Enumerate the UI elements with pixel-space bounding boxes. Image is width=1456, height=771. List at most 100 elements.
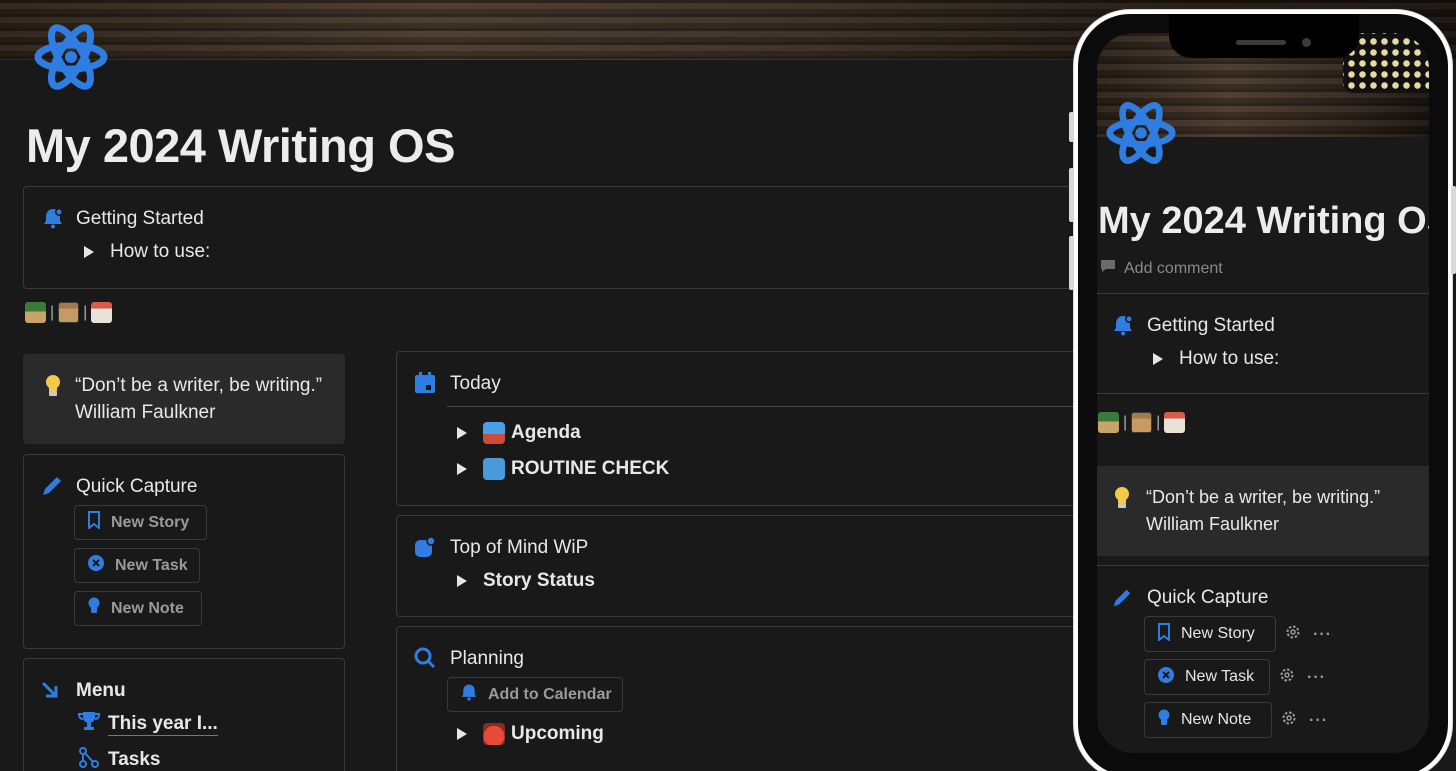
add-to-calendar-label: Add to Calendar: [488, 685, 612, 703]
arrow-down-right-icon: [40, 680, 60, 705]
how-to-use-toggle[interactable]: How to use:: [84, 241, 210, 263]
calendar-icon[interactable]: [1164, 412, 1186, 433]
quote-text: “Don’t be a writer, be writing.” William…: [1146, 484, 1380, 538]
how-to-use-toggle[interactable]: How to use:: [1153, 348, 1279, 370]
today-label: Today: [450, 373, 501, 394]
siren-icon: [483, 723, 505, 745]
new-task-label: New Task: [115, 556, 188, 574]
x-circle-icon: [1157, 666, 1175, 689]
new-story-button[interactable]: New Story: [74, 505, 207, 540]
today-divider: [447, 406, 1097, 407]
mobile-page-title: My 2024 Writing OS: [1098, 200, 1429, 242]
more-icon[interactable]: ···: [1313, 626, 1332, 644]
getting-started-label: Getting Started: [1147, 315, 1275, 336]
menu-item-tasks[interactable]: Tasks: [78, 746, 160, 771]
toggle-arrow-icon: [457, 575, 467, 587]
nav-separator: |: [1123, 413, 1128, 431]
more-icon[interactable]: ···: [1309, 712, 1328, 730]
gear-icon[interactable]: [1285, 624, 1301, 645]
top-of-mind-label: Top of Mind WiP: [450, 537, 589, 558]
atom-icon: [34, 18, 108, 96]
add-to-calendar-button[interactable]: Add to Calendar: [447, 677, 623, 712]
phone-side-button: [1069, 168, 1074, 222]
nav-row: | |: [25, 302, 113, 323]
story-status-label: Story Status: [483, 570, 595, 591]
gear-icon[interactable]: [1281, 710, 1297, 731]
quick-capture-label: Quick Capture: [76, 476, 198, 497]
routine-check-toggle[interactable]: ROUTINE CHECK: [457, 458, 669, 480]
agenda-label: Agenda: [511, 422, 581, 443]
new-task-label: New Task: [1185, 668, 1255, 685]
atom-icon: [1106, 95, 1176, 171]
trophy-icon: [77, 710, 101, 738]
bookmark-icon: [87, 511, 101, 534]
house-icon[interactable]: [25, 302, 46, 323]
box-icon[interactable]: [58, 302, 80, 323]
notification-icon: [414, 536, 436, 563]
lightbulb-icon: [1113, 486, 1131, 515]
new-story-button[interactable]: New Story: [1144, 616, 1276, 652]
quick-capture-label: Quick Capture: [1147, 587, 1269, 608]
more-icon[interactable]: ···: [1307, 669, 1326, 687]
add-comment-button[interactable]: Add comment: [1100, 259, 1223, 278]
bookmark-icon: [1157, 622, 1171, 646]
divider: [1097, 565, 1429, 566]
inbox-tray-icon: [483, 422, 505, 444]
getting-started-label: Getting Started: [76, 208, 204, 229]
nav-row: | |: [1098, 412, 1186, 433]
toggle-arrow-icon: [84, 246, 94, 258]
nav-separator: |: [50, 303, 55, 321]
repeat-icon: [483, 458, 505, 480]
pencil-icon: [1111, 587, 1133, 614]
bulb-icon: [1157, 709, 1171, 732]
bulb-icon: [87, 597, 101, 620]
bell-icon: [460, 683, 478, 706]
phone-speaker: [1236, 40, 1286, 45]
new-note-button[interactable]: New Note: [1144, 702, 1272, 738]
new-story-label: New Story: [1181, 625, 1255, 642]
upcoming-label: Upcoming: [511, 723, 604, 744]
phone-side-button: [1069, 236, 1074, 290]
button-extras: ···: [1285, 624, 1332, 645]
new-note-button[interactable]: New Note: [74, 591, 202, 626]
box-icon[interactable]: [1131, 412, 1153, 433]
calendar-icon: [414, 372, 436, 399]
top-of-mind-callout: [396, 515, 1096, 617]
new-task-button[interactable]: New Task: [74, 548, 200, 583]
how-to-use-label: How to use:: [110, 241, 211, 262]
bell-icon: [1112, 314, 1134, 341]
lightbulb-icon: [44, 374, 62, 403]
house-icon[interactable]: [1098, 412, 1119, 433]
new-story-label: New Story: [111, 513, 190, 531]
quote-line: “Don’t be a writer, be writing.”: [1146, 487, 1381, 507]
divider: [1097, 293, 1429, 294]
routine-check-label: ROUTINE CHECK: [511, 458, 670, 479]
new-task-button[interactable]: New Task: [1144, 659, 1270, 695]
story-status-toggle[interactable]: Story Status: [457, 570, 595, 592]
search-icon: [414, 647, 436, 674]
add-comment-label: Add comment: [1124, 259, 1223, 277]
agenda-toggle[interactable]: Agenda: [457, 422, 581, 444]
menu-item-this-year[interactable]: This year I...: [77, 710, 218, 738]
menu-label: Menu: [76, 680, 126, 701]
phone-camera: [1302, 38, 1311, 47]
x-circle-icon: [87, 554, 105, 577]
calendar-icon[interactable]: [91, 302, 113, 323]
toggle-arrow-icon: [457, 427, 467, 439]
quote-author: William Faulkner: [1146, 514, 1280, 534]
comment-icon: [1100, 259, 1116, 278]
phone-notch: [1169, 14, 1359, 58]
toggle-arrow-icon: [457, 463, 467, 475]
quote-text: “Don’t be a writer, be writing.” William…: [75, 372, 322, 426]
button-extras: ···: [1281, 710, 1328, 731]
upcoming-toggle[interactable]: Upcoming: [457, 723, 604, 745]
nav-separator: |: [1156, 413, 1161, 431]
toggle-arrow-icon: [1153, 353, 1163, 365]
planning-label: Planning: [450, 648, 524, 669]
quote-author: William Faulkner: [75, 402, 216, 423]
how-to-use-label: How to use:: [1179, 348, 1280, 369]
quote-line: “Don’t be a writer, be writing.”: [75, 375, 323, 396]
gear-icon[interactable]: [1279, 667, 1295, 688]
phone-side-button: [1069, 112, 1074, 142]
new-note-label: New Note: [1181, 711, 1252, 728]
